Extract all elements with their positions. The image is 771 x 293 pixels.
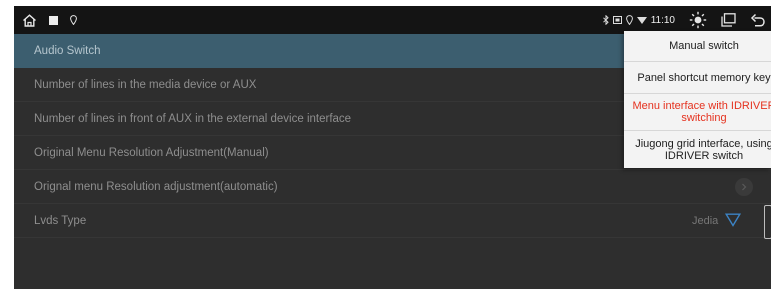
setting-label: Number of lines in the media device or A… [34, 78, 257, 91]
setting-label: Orignal menu Resolution adjustment(autom… [34, 180, 278, 193]
setting-label: Original Menu Resolution Adjustment(Manu… [34, 146, 269, 159]
location-pin-icon [70, 15, 77, 25]
square-icon [49, 15, 58, 25]
lvds-type-value: Jedia [692, 215, 719, 227]
setting-row-resolution-automatic[interactable]: Orignal menu Resolution adjustment(autom… [14, 170, 771, 204]
dropdown-triangle-icon[interactable] [724, 213, 742, 230]
status-bar: 11:10 [14, 6, 771, 34]
option-label: Jiugong grid interface, using [635, 137, 771, 150]
back-icon[interactable] [750, 13, 765, 27]
brightness-icon[interactable] [689, 11, 707, 29]
setting-label: Lvds Type [34, 214, 87, 227]
status-time: 11:10 [650, 14, 675, 26]
option-manual-switch[interactable]: Manual switch [624, 31, 771, 61]
option-label: Panel shortcut memory key [637, 71, 771, 84]
option-label: switching [681, 112, 727, 124]
home-icon[interactable] [22, 13, 37, 27]
screen-frame-bottom [0, 289, 771, 293]
wifi-icon [636, 17, 647, 24]
setting-label: Audio Switch [34, 45, 101, 57]
option-label: Manual switch [669, 40, 739, 52]
bluetooth-icon [602, 15, 609, 25]
scrollbar-handle[interactable] [764, 205, 771, 239]
setting-row-lvds-type[interactable]: Lvds Type Jedia [14, 204, 771, 239]
audio-switch-dropdown: Manual switch Panel shortcut memory key … [624, 31, 771, 168]
sim-card-icon [612, 16, 622, 24]
location-icon [625, 15, 633, 25]
option-jiugong-grid-idriver[interactable]: Jiugong grid interface, using IDRIVER sw… [624, 131, 771, 168]
recent-apps-icon[interactable] [721, 13, 736, 27]
chevron-right-icon[interactable] [735, 178, 753, 196]
option-label: IDRIVER switch [664, 149, 744, 162]
option-menu-interface-idriver[interactable]: Menu interface with IDRIVER switching [624, 94, 771, 130]
option-panel-shortcut-memory-key[interactable]: Panel shortcut memory key [624, 62, 771, 93]
screen-frame-left [0, 0, 14, 293]
status-indicators: 11:10 [602, 14, 675, 26]
option-label: Menu interface with IDRIVER [632, 100, 771, 112]
setting-label: Number of lines in front of AUX in the e… [34, 112, 352, 125]
